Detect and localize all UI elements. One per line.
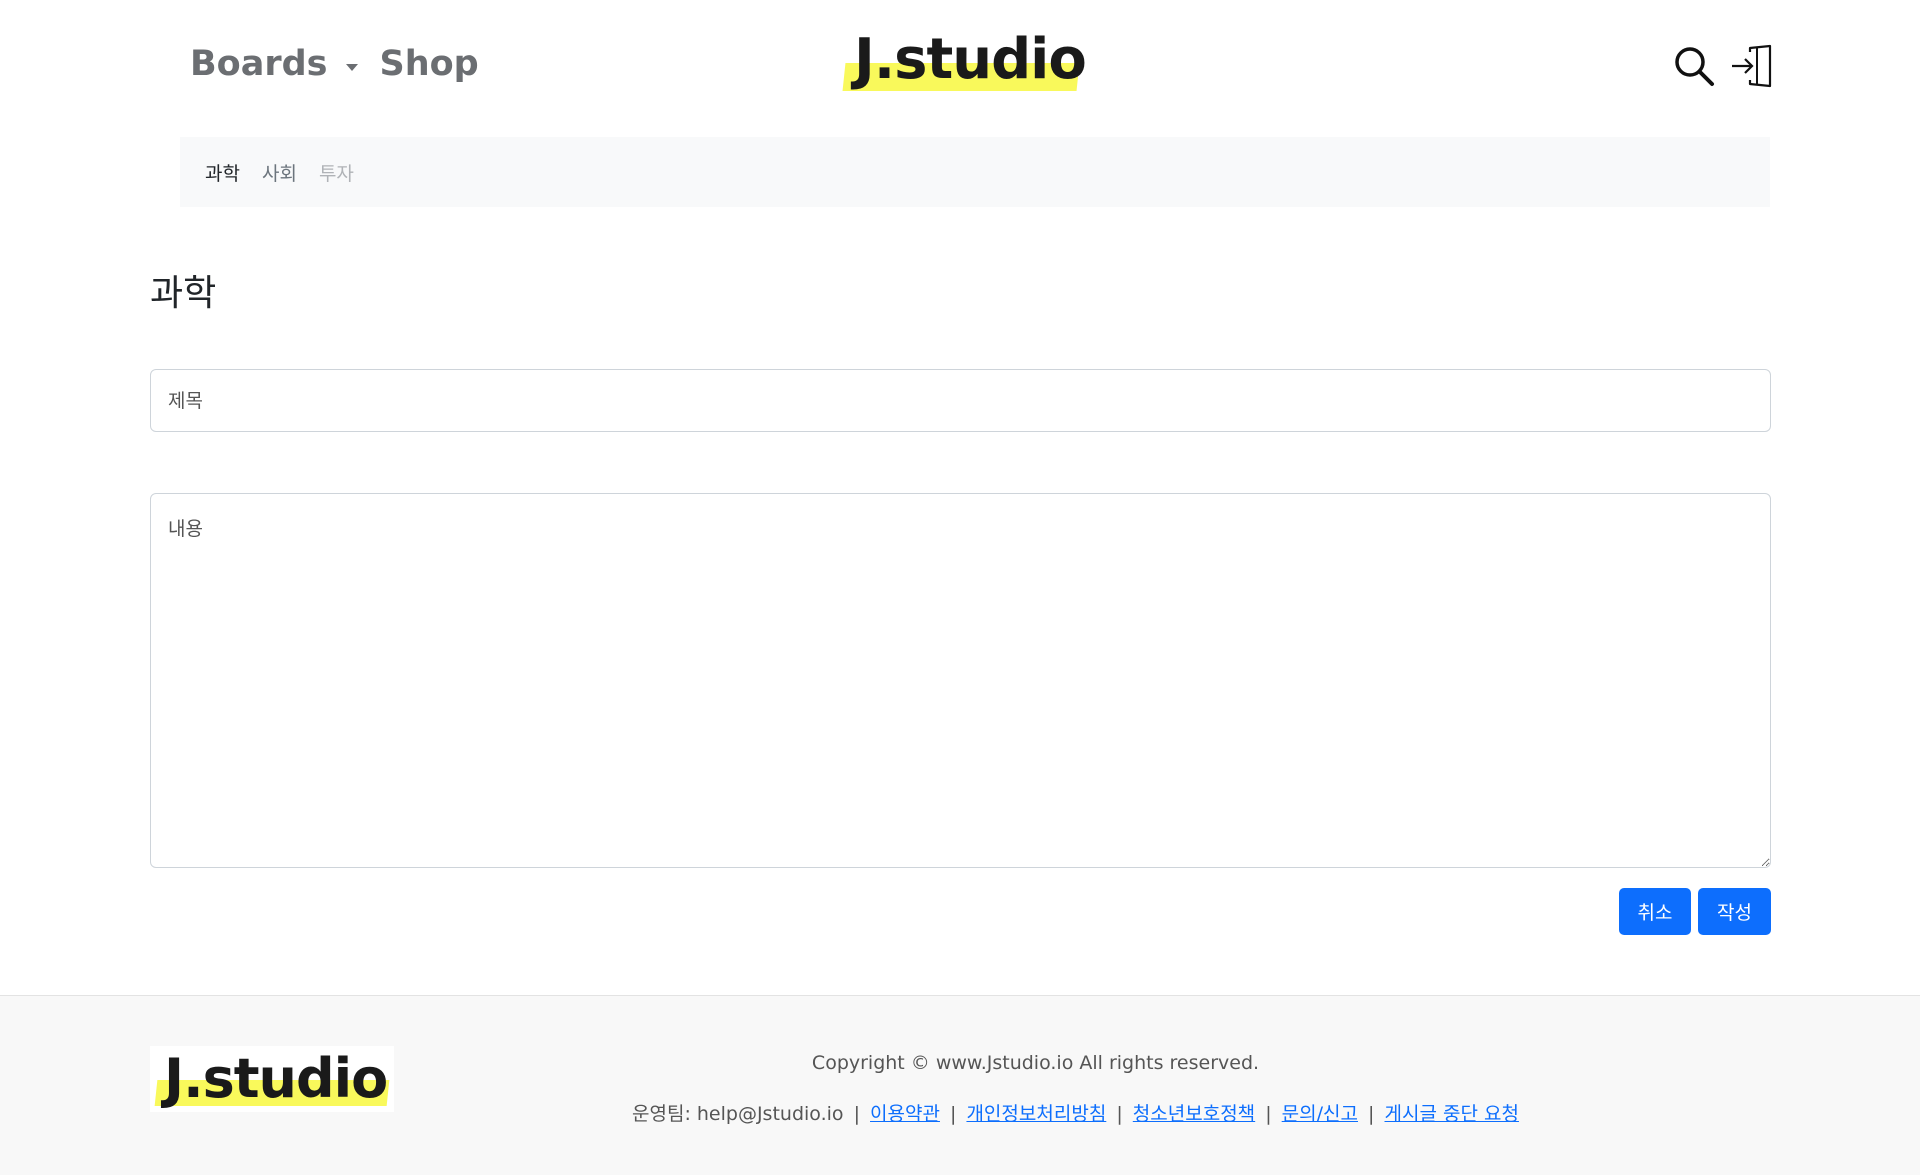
content-textarea[interactable] [150, 493, 1771, 868]
page-title: 과학 [150, 273, 217, 314]
youth-protection-link[interactable]: 청소년보호정책 [1133, 1103, 1255, 1125]
chevron-down-icon [345, 63, 358, 71]
brand-logo[interactable]: J.studio [842, 28, 1087, 96]
category-tab-society[interactable]: 사회 [262, 159, 297, 186]
brand-text: J.studio [854, 27, 1087, 92]
site-footer: J.studio Copyright © www.Jstudio.io All … [0, 995, 1920, 1175]
login-icon[interactable] [1730, 44, 1774, 88]
privacy-policy-link[interactable]: 개인정보처리방침 [966, 1103, 1106, 1125]
category-tab-science[interactable]: 과학 [205, 159, 240, 186]
cancel-button[interactable]: 취소 [1619, 888, 1691, 935]
contact-text: 운영팀: help@Jstudio.io [632, 1103, 844, 1125]
separator: | [950, 1103, 957, 1125]
terms-link[interactable]: 이용약관 [870, 1103, 940, 1125]
title-input[interactable] [150, 369, 1771, 432]
separator: | [1116, 1103, 1123, 1125]
inquiry-report-link[interactable]: 문의/신고 [1282, 1103, 1358, 1125]
site-header: Boards Shop J.studio [0, 0, 1920, 130]
main-nav: Boards Shop [190, 44, 479, 84]
separator: | [1368, 1103, 1375, 1125]
shop-link[interactable]: Shop [380, 44, 479, 84]
post-takedown-link[interactable]: 게시글 중단 요청 [1385, 1103, 1519, 1125]
search-icon[interactable] [1672, 44, 1716, 88]
separator: | [1265, 1103, 1272, 1125]
copyright-label: Copyright © www.Jstudio.io All rights re… [811, 1052, 1260, 1074]
footer-links: 운영팀: help@Jstudio.io | 이용약관 | 개인정보처리방침 |… [632, 1099, 1519, 1126]
board-category-nav: 과학 사회 투자 [180, 137, 1770, 207]
category-tab-investment[interactable]: 투자 [319, 159, 354, 186]
separator: | [853, 1103, 860, 1125]
boards-label: Boards [190, 44, 328, 84]
boards-dropdown[interactable]: Boards [190, 44, 358, 84]
copyright-text: Copyright © www.Jstudio.io All rights re… [0, 1052, 1920, 1074]
submit-button[interactable]: 작성 [1698, 888, 1771, 935]
